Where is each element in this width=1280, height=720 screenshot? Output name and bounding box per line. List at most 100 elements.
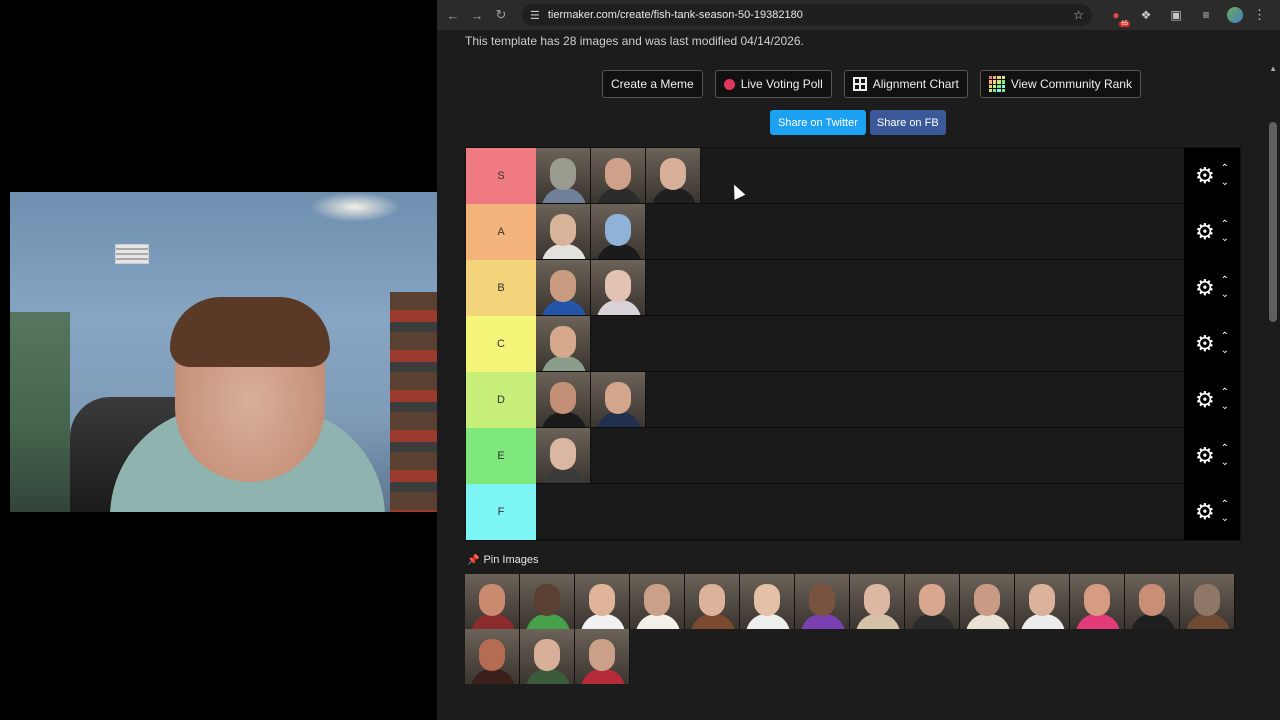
tier-label[interactable]: A <box>466 204 536 260</box>
pool-image[interactable] <box>465 574 520 629</box>
tier-item-image[interactable] <box>536 428 591 483</box>
tier-item-image[interactable] <box>591 204 646 259</box>
thumb-body <box>1186 614 1230 629</box>
reload-icon[interactable]: ↻ <box>489 7 513 23</box>
grid-icon <box>852 77 867 91</box>
tier-row-c: C ⚙ ⌃ ⌄ <box>466 316 1240 372</box>
pool-image[interactable] <box>905 574 960 629</box>
thumb-body <box>542 300 586 315</box>
tier-item-image[interactable] <box>536 260 591 315</box>
thumb-body <box>691 614 735 629</box>
chevron-down-icon[interactable]: ⌄ <box>1221 344 1229 358</box>
chevron-up-icon[interactable]: ⌃ <box>1221 498 1229 512</box>
gear-icon[interactable]: ⚙ <box>1195 277 1215 299</box>
tier-item-image[interactable] <box>536 148 591 203</box>
tier-item-image[interactable] <box>646 148 701 203</box>
gear-icon[interactable]: ⚙ <box>1195 501 1215 523</box>
tier-label[interactable]: C <box>466 316 536 372</box>
thumb-face <box>534 639 560 671</box>
pool-image[interactable] <box>1070 574 1125 629</box>
community-rank-button[interactable]: View Community Rank <box>979 70 1141 98</box>
pool-image[interactable] <box>465 629 520 684</box>
share-buttons: Share on Twitter Share on FB <box>770 110 946 135</box>
thumb-face <box>550 438 576 470</box>
share-fb-button[interactable]: Share on FB <box>869 110 946 135</box>
gear-icon[interactable]: ⚙ <box>1195 445 1215 467</box>
scrollbar[interactable]: ▲ <box>1266 30 1280 720</box>
pool-image[interactable] <box>630 574 685 629</box>
thumb-body <box>597 244 641 259</box>
live-voting-poll-button[interactable]: Live Voting Poll <box>714 70 832 98</box>
tier-item-image[interactable] <box>536 372 591 427</box>
address-bar[interactable]: ☰ tiermaker.com/create/fish-tank-season-… <box>522 4 1092 26</box>
pool-image[interactable] <box>960 574 1015 629</box>
tier-label[interactable]: S <box>466 148 536 204</box>
bookmark-star-icon[interactable]: ☆ <box>1073 8 1084 22</box>
tier-item-image[interactable] <box>536 316 591 371</box>
pool-image[interactable] <box>795 574 850 629</box>
tier-drop-zone[interactable] <box>536 260 1184 315</box>
gear-icon[interactable]: ⚙ <box>1195 389 1215 411</box>
pool-image[interactable] <box>575 629 630 684</box>
sidebar-icon[interactable]: ▣ <box>1167 6 1185 24</box>
create-meme-button[interactable]: Create a Meme <box>602 70 703 98</box>
scroll-up-icon[interactable]: ▲ <box>1269 64 1277 73</box>
chevron-down-icon[interactable]: ⌄ <box>1221 456 1229 470</box>
gear-icon[interactable]: ⚙ <box>1195 333 1215 355</box>
tier-drop-zone[interactable] <box>536 148 1184 203</box>
action-buttons: Create a Meme Live Voting Poll Alignment… <box>602 70 1141 98</box>
chevron-up-icon[interactable]: ⌃ <box>1221 330 1229 344</box>
tier-item-image[interactable] <box>591 372 646 427</box>
ceiling-light <box>310 192 400 222</box>
tier-label[interactable]: F <box>466 484 536 540</box>
profile-avatar[interactable] <box>1227 7 1243 23</box>
gear-icon[interactable]: ⚙ <box>1195 221 1215 243</box>
chevron-up-icon[interactable]: ⌃ <box>1221 218 1229 232</box>
pool-image[interactable] <box>575 574 630 629</box>
pool-image[interactable] <box>520 574 575 629</box>
pool-image[interactable] <box>1125 574 1180 629</box>
extension-red-icon[interactable]: ● 65 <box>1107 6 1130 27</box>
browser-menu-icon[interactable]: ⋮ <box>1253 7 1266 23</box>
chevron-up-icon[interactable]: ⌃ <box>1221 162 1229 176</box>
pool-image[interactable] <box>850 574 905 629</box>
back-icon[interactable]: ← <box>441 8 465 23</box>
tier-item-image[interactable] <box>591 148 646 203</box>
chevron-up-icon[interactable]: ⌃ <box>1221 274 1229 288</box>
tier-label[interactable]: D <box>466 372 536 428</box>
pool-image[interactable] <box>1180 574 1235 629</box>
gear-icon[interactable]: ⚙ <box>1195 165 1215 187</box>
alignment-chart-button[interactable]: Alignment Chart <box>843 70 968 98</box>
puzzle-icon[interactable]: ❖ <box>1137 6 1155 24</box>
chevron-up-icon[interactable]: ⌃ <box>1221 386 1229 400</box>
tier-drop-zone[interactable] <box>536 484 1184 539</box>
pool-image[interactable] <box>520 629 575 684</box>
chevron-down-icon[interactable]: ⌄ <box>1221 512 1229 526</box>
tier-drop-zone[interactable] <box>536 428 1184 483</box>
share-twitter-button[interactable]: Share on Twitter <box>770 110 866 135</box>
chevron-down-icon[interactable]: ⌄ <box>1221 400 1229 414</box>
tier-item-image[interactable] <box>591 260 646 315</box>
live-dot-icon <box>723 78 735 90</box>
tier-item-image[interactable] <box>536 204 591 259</box>
pool-image[interactable] <box>740 574 795 629</box>
right-shelf <box>390 292 437 512</box>
chevron-down-icon[interactable]: ⌄ <box>1221 288 1229 302</box>
tier-drop-zone[interactable] <box>536 316 1184 371</box>
scrollbar-thumb[interactable] <box>1269 122 1277 322</box>
pin-images-toggle[interactable]: 📌 Pin Images <box>467 554 538 566</box>
pool-image[interactable] <box>685 574 740 629</box>
tier-label[interactable]: E <box>466 428 536 484</box>
forward-icon[interactable]: → <box>465 8 489 23</box>
media-icon[interactable]: ≡ <box>1197 6 1215 24</box>
site-info-icon[interactable]: ☰ <box>530 9 540 22</box>
tier-label[interactable]: B <box>466 260 536 316</box>
chevron-down-icon[interactable]: ⌄ <box>1221 176 1229 190</box>
tier-drop-zone[interactable] <box>536 204 1184 259</box>
tier-row-d: D ⚙ ⌃ ⌄ <box>466 372 1240 428</box>
thumb-body <box>801 614 845 629</box>
chevron-down-icon[interactable]: ⌄ <box>1221 232 1229 246</box>
chevron-up-icon[interactable]: ⌃ <box>1221 442 1229 456</box>
pool-image[interactable] <box>1015 574 1070 629</box>
tier-drop-zone[interactable] <box>536 372 1184 427</box>
